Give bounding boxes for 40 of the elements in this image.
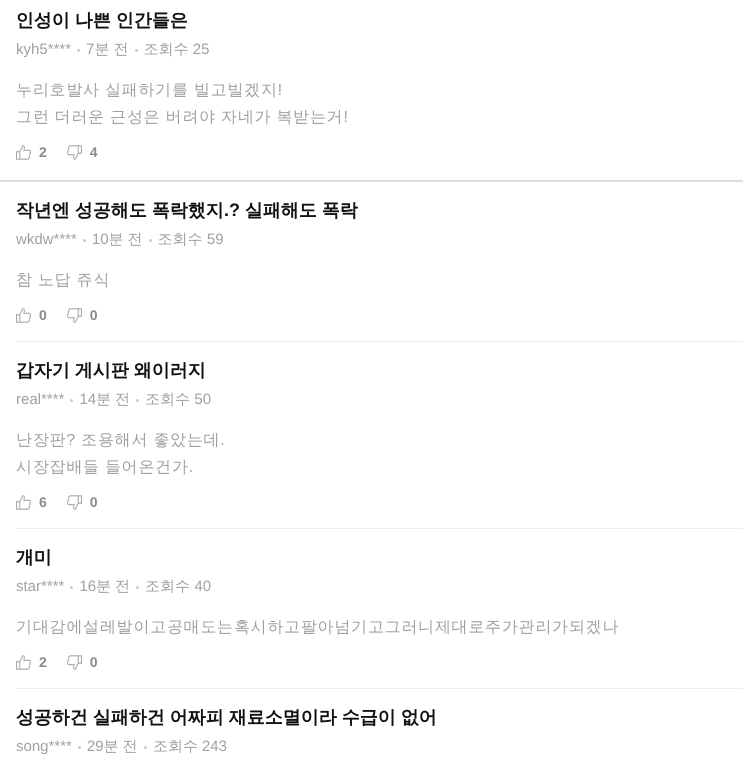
post-time: 7분 전 (86, 40, 129, 60)
thumbs-up-icon (16, 654, 31, 670)
post-time: 16분 전 (79, 577, 130, 597)
post-time: 29분 전 (86, 737, 138, 757)
thumbs-down-icon (66, 308, 82, 322)
author-name: kyh5**** (16, 40, 72, 60)
author-name: real**** (16, 390, 64, 410)
post-title[interactable]: 개미 (16, 544, 52, 570)
post-title[interactable]: 갑자기 게시판 왜이러지 (16, 357, 206, 383)
comment-text: 누리호발사 실패하기를 빌고빌겠지! 그런 더러운 근성은 버려야 자네가 복받는거! (16, 81, 349, 128)
like-button[interactable]: 0 (16, 304, 47, 326)
view-count: 조회수 40 (145, 577, 212, 597)
post-title[interactable]: 작년엔 성공해도 폭락했지.? 실패해도 폭락 (16, 197, 358, 223)
like-button[interactable]: 2 (16, 142, 47, 162)
post-time: 14분 전 (79, 390, 130, 410)
view-count: 조회수 59 (158, 230, 224, 250)
comment-text: 기대감에설레발이고공매도는혹시하고팔아넘기고그러니제대로주가관리가되겠나 (16, 618, 619, 638)
thumbs-up-icon (16, 144, 31, 160)
view-count: 조회수 25 (144, 40, 210, 60)
dislike-button[interactable]: 0 (66, 304, 98, 326)
comment-text: 난장판? 조용해서 좋았는데. 시장잡배들 들어온건가. (16, 431, 226, 478)
dislike-button[interactable]: 4 (66, 142, 98, 162)
dislike-button[interactable]: 0 (66, 652, 98, 672)
author-name: song**** (16, 737, 72, 757)
thumbs-down-icon (66, 654, 82, 670)
comment-text: 참 노답 쥬식 (16, 271, 110, 291)
thumbs-down-icon (66, 494, 82, 510)
author-name: star**** (16, 577, 64, 597)
like-button[interactable]: 6 (16, 492, 47, 512)
post-time: 10분 전 (92, 230, 143, 250)
post-title[interactable]: 성공하건 실패하건 어짜피 재료소멸이라 수급이 없어 (16, 704, 438, 730)
thumbs-up-icon (16, 494, 31, 510)
view-count: 조회수 243 (152, 737, 227, 757)
view-count: 조회수 50 (145, 390, 212, 410)
like-button[interactable]: 2 (16, 652, 47, 672)
dislike-button[interactable]: 0 (66, 492, 98, 512)
thumbs-down-icon (66, 144, 82, 160)
post-title[interactable]: 인성이 나쁜 인간들은 (16, 7, 188, 33)
thumbs-up-icon (16, 308, 31, 322)
author-name: wkdw**** (16, 230, 77, 250)
